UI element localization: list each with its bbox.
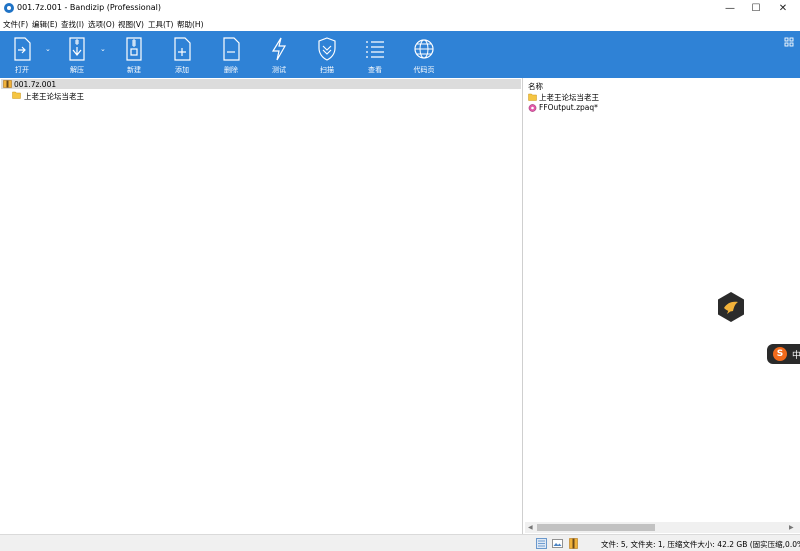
open-dropdown-chevron-icon[interactable]: ⌄ bbox=[45, 45, 53, 53]
window-title: 001.7z.001 - Bandizip (Professional) bbox=[17, 3, 162, 12]
add-label: 添加 bbox=[175, 66, 189, 74]
new-label: 新建 bbox=[127, 66, 141, 74]
menu-help[interactable]: 帮助(H) bbox=[177, 19, 204, 30]
view-label: 查看 bbox=[368, 66, 382, 74]
column-header-name[interactable]: 名称 bbox=[528, 81, 543, 92]
layout-grid-icon[interactable] bbox=[784, 37, 794, 47]
list-item-name: 上老王论坛当老王 bbox=[539, 93, 599, 102]
globe-icon bbox=[414, 39, 434, 59]
extract-label: 解压 bbox=[70, 66, 84, 74]
extract-dropdown-chevron-icon[interactable]: ⌄ bbox=[100, 45, 108, 53]
details-view-icon[interactable] bbox=[536, 538, 547, 549]
scan-label: 扫描 bbox=[320, 66, 334, 74]
menu-bar: 文件(F) 编辑(E) 查找(I) 选项(O) 视图(V) 工具(T) 帮助(H… bbox=[0, 17, 800, 31]
menu-view[interactable]: 视图(V) bbox=[118, 19, 144, 30]
codepage-label: 代码页 bbox=[413, 66, 435, 74]
menu-tools[interactable]: 工具(T) bbox=[148, 19, 173, 30]
close-button[interactable]: ✕ bbox=[766, 0, 800, 17]
scroll-thumb[interactable] bbox=[537, 524, 655, 531]
ime-mode-label: 中 bbox=[792, 351, 800, 361]
add-file-icon bbox=[174, 37, 191, 61]
view-button[interactable]: 查看 bbox=[355, 31, 395, 78]
archive-info-icon[interactable] bbox=[568, 538, 579, 549]
test-button[interactable]: 测试 bbox=[259, 31, 299, 78]
list-item-name: FFOutput.zpaq* bbox=[539, 103, 598, 112]
menu-find[interactable]: 查找(I) bbox=[61, 19, 84, 30]
tree-root-label: 001.7z.001 bbox=[14, 80, 57, 89]
menu-file[interactable]: 文件(F) bbox=[3, 19, 28, 30]
sogou-s-icon: S bbox=[773, 347, 787, 361]
lightning-icon bbox=[271, 37, 287, 61]
scan-button[interactable]: 扫描 bbox=[307, 31, 347, 78]
tree-root-item[interactable]: 001.7z.001 bbox=[1, 79, 521, 89]
delete-label: 删除 bbox=[224, 66, 238, 74]
codepage-button[interactable]: 代码页 bbox=[404, 31, 444, 78]
horizontal-scrollbar[interactable]: ◀ ▶ bbox=[525, 522, 800, 533]
add-button[interactable]: 添加 bbox=[162, 31, 202, 78]
tree-item-label: 上老王论坛当老王 bbox=[24, 92, 84, 101]
bandizip-window: 001.7z.001 - Bandizip (Professional) — ☐… bbox=[0, 0, 800, 551]
archive-icon bbox=[3, 80, 12, 88]
open-icon bbox=[14, 37, 31, 61]
shield-icon bbox=[318, 37, 336, 61]
folder-icon bbox=[12, 91, 21, 99]
extract-icon bbox=[69, 37, 85, 61]
new-archive-icon bbox=[126, 37, 142, 61]
delete-file-icon bbox=[223, 37, 240, 61]
status-text: 文件: 5, 文件夹: 1, 压缩文件大小: 42.2 GB (固实压缩,0.0… bbox=[601, 540, 800, 549]
menu-edit[interactable]: 编辑(E) bbox=[32, 19, 58, 30]
bandizip-app-icon bbox=[4, 3, 14, 13]
toolbar: 打开 ⌄ 解压 ⌄ 新建 添加 删除 测试 扫描 查看 代码页 bbox=[0, 31, 800, 78]
test-label: 测试 bbox=[272, 66, 286, 74]
list-view-icon bbox=[366, 41, 384, 58]
folder-icon bbox=[528, 93, 537, 101]
archive-icon bbox=[528, 104, 537, 112]
folder-tree-pane[interactable]: 001.7z.001 上老王论坛当老王 bbox=[0, 78, 523, 534]
status-bar: 文件: 5, 文件夹: 1, 压缩文件大小: 42.2 GB (固实压缩,0.0… bbox=[0, 534, 800, 551]
new-button[interactable]: 新建 bbox=[114, 31, 154, 78]
floating-ime-tab[interactable]: S 中 bbox=[767, 344, 800, 364]
open-button[interactable]: 打开 bbox=[2, 31, 42, 78]
menu-options[interactable]: 选项(O) bbox=[88, 19, 115, 30]
floating-bird-logo-icon[interactable] bbox=[715, 291, 747, 323]
delete-button[interactable]: 删除 bbox=[211, 31, 251, 78]
scroll-right-arrow-icon[interactable]: ▶ bbox=[789, 524, 794, 531]
title-bar: 001.7z.001 - Bandizip (Professional) — ☐… bbox=[0, 0, 800, 17]
extract-button[interactable]: 解压 bbox=[57, 31, 97, 78]
file-list-pane[interactable]: 名称 上老王论坛当老王 FFOutput.zpaq* bbox=[525, 78, 800, 534]
scroll-left-arrow-icon[interactable]: ◀ bbox=[528, 524, 533, 531]
open-label: 打开 bbox=[15, 66, 29, 74]
thumbnail-view-icon[interactable] bbox=[552, 538, 563, 549]
